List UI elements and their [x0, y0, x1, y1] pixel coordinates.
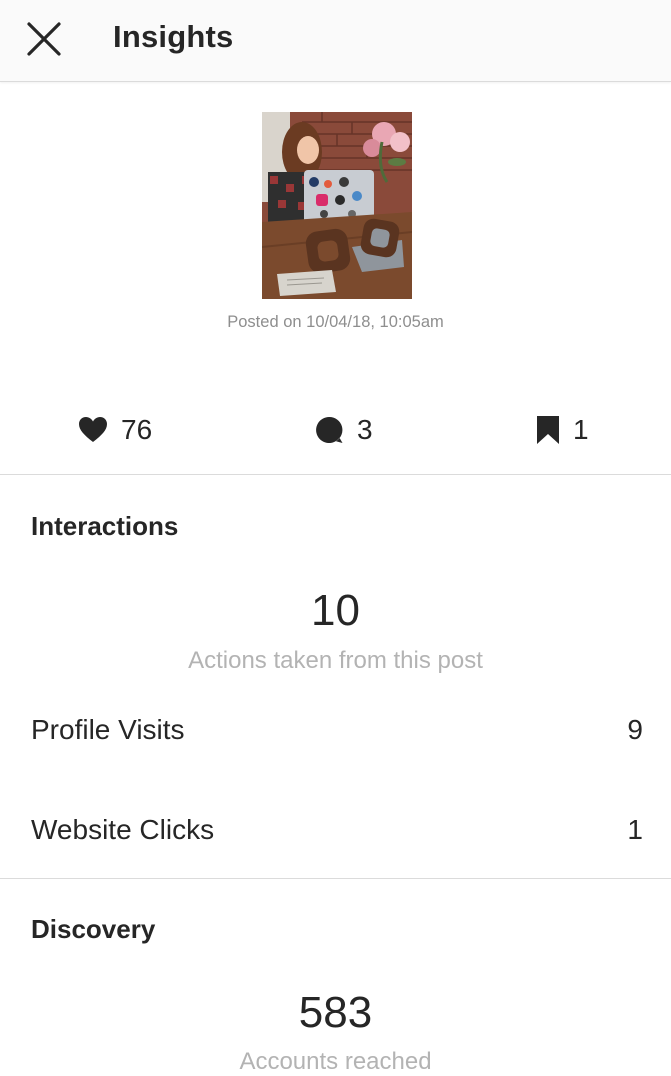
saves-count: 1: [573, 414, 589, 445]
website-clicks-value: 1: [627, 814, 643, 845]
close-button[interactable]: [22, 17, 66, 61]
post-thumbnail[interactable]: [262, 112, 412, 299]
profile-visits-row: Profile Visits 9: [0, 706, 671, 756]
top-bar: Insights: [0, 0, 671, 82]
likes-count: 76: [121, 414, 153, 445]
post-stats-row: 76 3 1: [0, 400, 671, 460]
accounts-reached-caption: Accounts reached: [239, 1048, 432, 1075]
saves-stat: 1: [536, 400, 589, 460]
interactions-heading: Interactions: [31, 511, 179, 541]
comment-icon: [314, 415, 344, 445]
actions-total: 10: [311, 586, 360, 635]
divider: [0, 878, 671, 879]
bookmark-icon: [536, 415, 560, 445]
comments-stat: 3: [314, 400, 373, 460]
profile-visits-value: 9: [627, 714, 643, 745]
heart-icon: [78, 416, 108, 444]
profile-visits-label: Profile Visits: [31, 714, 185, 745]
website-clicks-row: Website Clicks 1: [0, 806, 671, 856]
comments-count: 3: [357, 414, 373, 445]
posted-on-timestamp: Posted on 10/04/18, 10:05am: [227, 313, 444, 331]
discovery-heading: Discovery: [31, 914, 156, 944]
page-title: Insights: [113, 19, 234, 54]
actions-caption: Actions taken from this post: [188, 647, 483, 674]
likes-stat: 76: [78, 400, 152, 460]
divider: [0, 474, 671, 475]
close-icon: [27, 22, 61, 56]
website-clicks-label: Website Clicks: [31, 814, 215, 845]
accounts-reached-total: 583: [298, 988, 373, 1037]
